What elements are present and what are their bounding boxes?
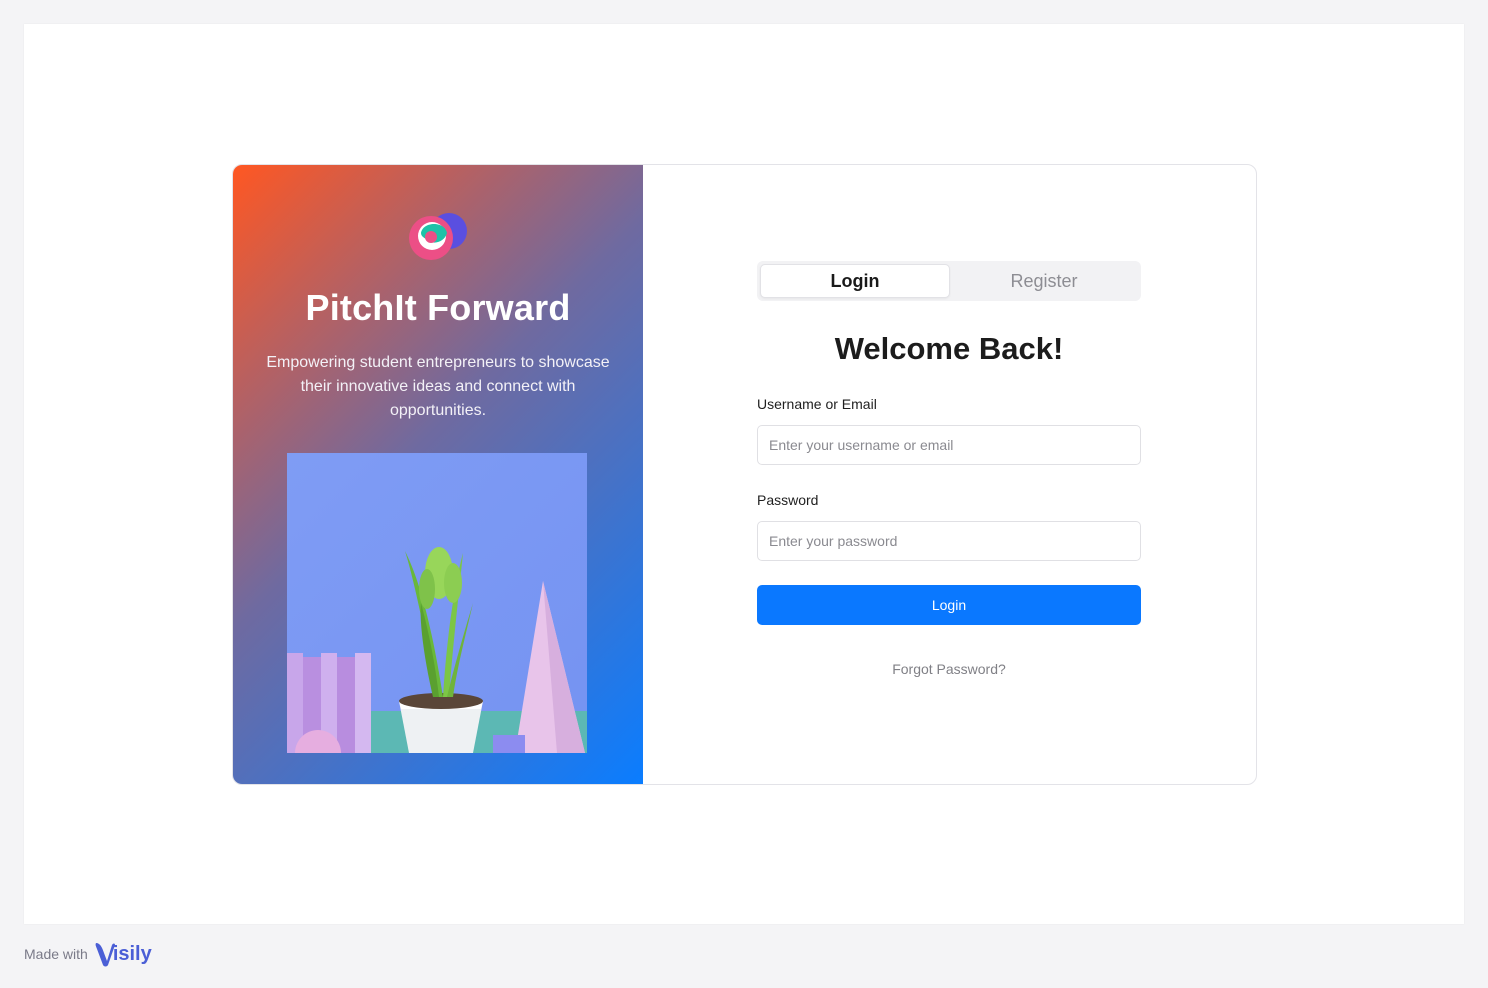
auth-card: PitchIt Forward Empowering student entre… — [232, 164, 1257, 785]
hero-panel: PitchIt Forward Empowering student entre… — [233, 165, 643, 784]
visily-logo[interactable]: isily — [94, 941, 152, 967]
brand-title: PitchIt Forward — [305, 287, 571, 328]
tab-login[interactable]: Login — [760, 264, 950, 298]
made-with-text: Made with — [24, 946, 88, 962]
password-label: Password — [757, 492, 819, 508]
auth-tabs: Login Register — [757, 261, 1141, 301]
hero-illustration — [287, 453, 587, 753]
forgot-password-link[interactable]: Forgot Password? — [757, 661, 1141, 677]
username-input[interactable] — [757, 425, 1141, 465]
auth-form-panel: Login Register Welcome Back! Username or… — [643, 165, 1256, 784]
password-input[interactable] — [757, 521, 1141, 561]
username-label: Username or Email — [757, 396, 877, 412]
app-canvas: PitchIt Forward Empowering student entre… — [24, 24, 1464, 924]
brand-logo-icon — [409, 213, 467, 260]
visily-brand-text: isily — [112, 942, 152, 965]
login-button[interactable]: Login — [757, 585, 1141, 625]
tab-register[interactable]: Register — [950, 264, 1138, 298]
brand-tagline: Empowering student entrepreneurs to show… — [266, 354, 610, 419]
page-title: Welcome Back! — [834, 331, 1064, 366]
made-with-footer: Made with isily — [24, 941, 152, 967]
plant-illustration — [287, 453, 587, 753]
